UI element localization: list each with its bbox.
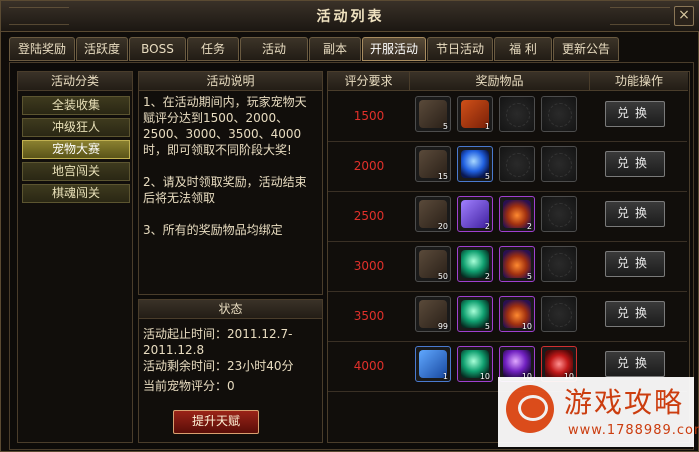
- item-count: 1: [442, 372, 448, 381]
- score-requirement: 2000: [353, 159, 385, 173]
- reward-row: 2000 15 5 兑换: [328, 141, 687, 192]
- empty-slot-icon[interactable]: [499, 96, 535, 132]
- tab-update-notice[interactable]: 更新公告: [553, 37, 619, 61]
- score-requirement: 3500: [353, 309, 385, 323]
- item-count: 50: [437, 272, 448, 281]
- empty-slot-icon[interactable]: [499, 146, 535, 182]
- item-count: 10: [521, 322, 532, 331]
- scroll-icon[interactable]: 99: [415, 296, 451, 332]
- score-requirement: 4000: [353, 359, 385, 373]
- item-count: 20: [437, 222, 448, 231]
- reward-row: 3500 99 5 10 兑换: [328, 291, 687, 342]
- event-list-window: 活动列表 × 登陆奖励 活跃度 BOSS 任务 活动 副本 开服活动 节日活动 …: [0, 0, 699, 452]
- tab-activity-level[interactable]: 活跃度: [76, 37, 128, 61]
- exchange-button[interactable]: 兑换: [605, 101, 665, 127]
- category-full-equip[interactable]: 全装收集: [22, 96, 130, 115]
- empty-slot-icon[interactable]: [541, 146, 577, 182]
- scroll-icon[interactable]: 15: [415, 146, 451, 182]
- status-start-time-1: 活动起止时间：2011.12.7-: [143, 327, 293, 341]
- tab-login-reward[interactable]: 登陆奖励: [9, 37, 75, 61]
- fire-book-icon[interactable]: 1: [415, 346, 451, 382]
- item-count: 5: [526, 272, 532, 281]
- score-requirement: 2500: [353, 209, 385, 223]
- exchange-button[interactable]: 兑换: [605, 251, 665, 277]
- title-bar[interactable]: 活动列表 ×: [1, 1, 699, 32]
- category-underground-palace[interactable]: 地宫闯关: [22, 162, 130, 181]
- exchange-button[interactable]: 兑换: [605, 151, 665, 177]
- tab-dungeon[interactable]: 副本: [309, 37, 361, 61]
- exchange-button[interactable]: 兑换: [605, 351, 665, 377]
- category-pet-contest[interactable]: 宠物大赛: [22, 140, 130, 159]
- item-count: 1: [484, 122, 490, 131]
- status-start-time-2: 2011.12.8: [143, 343, 205, 357]
- empty-slot-icon[interactable]: [541, 96, 577, 132]
- empty-slot-icon[interactable]: [541, 296, 577, 332]
- score-requirement: 3000: [353, 259, 385, 273]
- description-p2: 2、请及时领取奖励，活动结束后将无法领取: [143, 175, 307, 205]
- green-orb-icon[interactable]: 5: [457, 296, 493, 332]
- item-count: 2: [526, 222, 532, 231]
- close-icon[interactable]: ×: [674, 6, 694, 26]
- item-count: 5: [484, 322, 490, 331]
- tab-event[interactable]: 活动: [240, 37, 308, 61]
- category-level-rush[interactable]: 冲级狂人: [22, 118, 130, 137]
- status-panel: 状态 活动起止时间：2011.12.7- 2011.12.8 活动剩余时间：23…: [138, 299, 323, 443]
- watermark-url: www.1788989.com: [568, 423, 699, 438]
- item-count: 10: [479, 372, 490, 381]
- window-title: 活动列表: [316, 9, 385, 25]
- green-orb-icon[interactable]: 2: [457, 246, 493, 282]
- description-header: 活动说明: [139, 72, 322, 91]
- crystal-card-icon[interactable]: 2: [457, 196, 493, 232]
- upgrade-talent-button[interactable]: 提升天赋: [173, 410, 259, 434]
- empty-slot-icon[interactable]: [541, 246, 577, 282]
- category-header: 活动分类: [18, 72, 132, 91]
- talisman-icon[interactable]: 1: [457, 96, 493, 132]
- watermark-title: 游戏攻略: [564, 386, 685, 419]
- item-count: 5: [442, 122, 448, 131]
- description-panel: 活动说明 1、在活动期间内，玩家宠物天赋评分达到1500、2000、2500、3…: [138, 71, 323, 295]
- exchange-button[interactable]: 兑换: [605, 301, 665, 327]
- item-count: 15: [437, 172, 448, 181]
- tab-quest[interactable]: 任务: [187, 37, 239, 61]
- item-count: 99: [437, 322, 448, 331]
- scroll-icon[interactable]: 50: [415, 246, 451, 282]
- green-orb-icon[interactable]: 10: [457, 346, 493, 382]
- blue-orb-icon[interactable]: 5: [457, 146, 493, 182]
- tab-boss[interactable]: BOSS: [129, 37, 186, 61]
- reward-row: 2500 20 2 2 兑换: [328, 191, 687, 242]
- category-chess-soul[interactable]: 棋魂闯关: [22, 184, 130, 203]
- status-pet-score: 当前宠物评分：0: [143, 379, 235, 393]
- description-p3: 3、所有的奖励物品均绑定: [143, 223, 283, 237]
- tab-server-open-event[interactable]: 开服活动: [362, 37, 426, 61]
- tab-holiday-event[interactable]: 节日活动: [427, 37, 493, 61]
- watermark-logo-icon: [506, 385, 554, 433]
- tab-welfare[interactable]: 福 利: [494, 37, 552, 61]
- header-score-requirement: 评分要求: [328, 72, 410, 91]
- header-reward-items: 奖励物品: [410, 72, 590, 91]
- scroll-icon[interactable]: 20: [415, 196, 451, 232]
- description-text: 1、在活动期间内，玩家宠物天赋评分达到1500、2000、2500、3000、3…: [143, 94, 313, 254]
- item-count: 2: [484, 222, 490, 231]
- item-count: 5: [484, 172, 490, 181]
- scroll-icon[interactable]: 5: [415, 96, 451, 132]
- category-panel: 活动分类 全装收集 冲级狂人 宠物大赛 地宫闯关 棋魂闯关: [17, 71, 133, 443]
- watermark: 游戏攻略 www.1788989.com: [498, 377, 699, 447]
- reward-row: 1500 5 1 兑换: [328, 91, 687, 142]
- item-count: 2: [484, 272, 490, 281]
- reward-row: 3000 50 2 5 兑换: [328, 241, 687, 292]
- gem-bag-icon[interactable]: 2: [499, 196, 535, 232]
- score-requirement: 1500: [353, 109, 385, 123]
- gem-bag-icon[interactable]: 10: [499, 296, 535, 332]
- description-p1: 1、在活动期间内，玩家宠物天赋评分达到1500、2000、2500、3000、3…: [143, 95, 307, 157]
- empty-slot-icon[interactable]: [541, 196, 577, 232]
- header-function: 功能操作: [590, 72, 688, 91]
- status-header: 状态: [139, 300, 322, 319]
- gem-bag-icon[interactable]: 5: [499, 246, 535, 282]
- exchange-button[interactable]: 兑换: [605, 201, 665, 227]
- status-remaining-time: 活动剩余时间：23小时40分: [143, 359, 294, 373]
